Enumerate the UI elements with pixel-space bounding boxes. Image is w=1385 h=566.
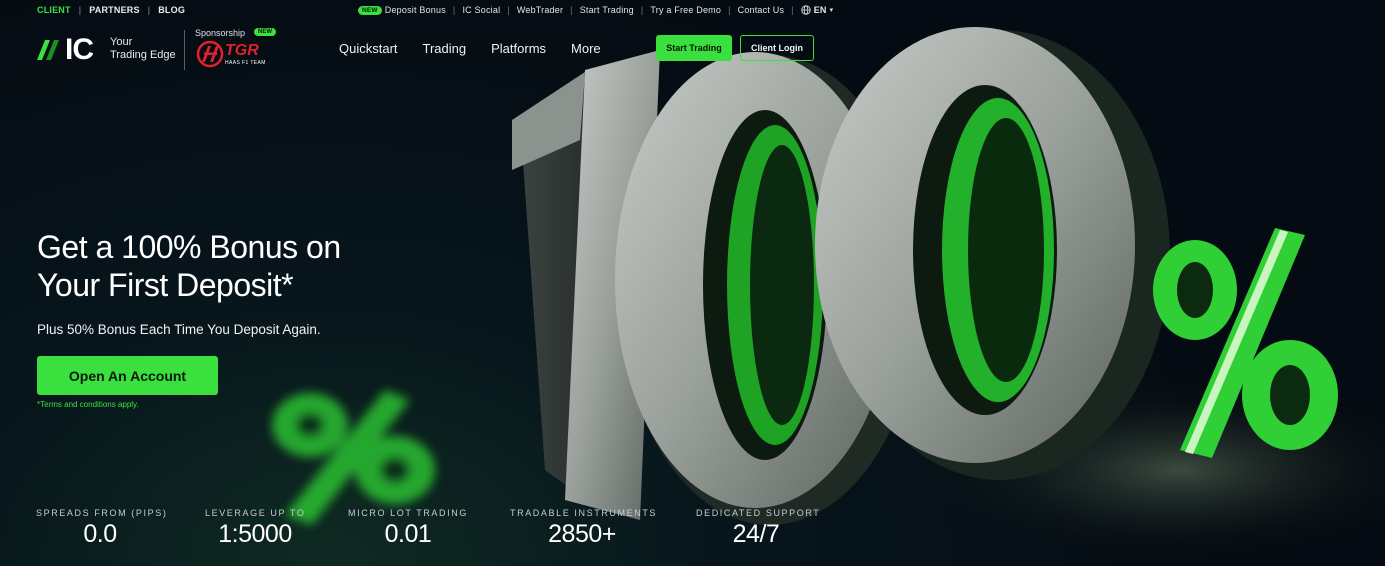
globe-icon bbox=[801, 5, 811, 15]
sponsorship-block[interactable]: Sponsorship NEW TGR HAAS F1 TEAM bbox=[195, 28, 285, 68]
stat-label: MICRO LOT TRADING bbox=[348, 508, 468, 518]
art-blurred-percent bbox=[272, 390, 435, 525]
haas-team-text: HAAS F1 TEAM bbox=[225, 60, 266, 66]
stat-micro-lot: MICRO LOT TRADING 0.01 bbox=[348, 508, 468, 549]
stat-label: TRADABLE INSTRUMENTS bbox=[510, 508, 658, 518]
stat-label: SPREADS FROM (PIPS) bbox=[36, 508, 168, 518]
tgr-wordmark: TGR bbox=[225, 42, 259, 59]
logo-mark-icon bbox=[37, 40, 59, 60]
nav-more[interactable]: More bbox=[571, 41, 601, 56]
start-trading-link[interactable]: Start Trading bbox=[580, 5, 634, 15]
separator: | bbox=[640, 5, 644, 15]
tagline-line-2: Trading Edge bbox=[110, 49, 176, 61]
stat-value: 0.01 bbox=[384, 520, 432, 548]
audience-links: CLIENT | PARTNERS | BLOG bbox=[37, 5, 185, 15]
stat-label: DEDICATED SUPPORT bbox=[696, 508, 821, 518]
separator: | bbox=[728, 5, 731, 15]
stat-value: 1:5000 bbox=[218, 520, 292, 548]
tgr-haas-logo: TGR HAAS F1 TEAM bbox=[195, 40, 285, 70]
ic-markets-logo[interactable]: IC bbox=[37, 33, 94, 66]
logo-wordmark: IC bbox=[65, 33, 94, 66]
open-account-button[interactable]: Open An Account bbox=[37, 356, 218, 395]
stat-leverage: LEVERAGE UP TO 1:5000 bbox=[205, 508, 305, 549]
terms-note: *Terms and conditions apply. bbox=[37, 400, 139, 409]
hero-title-line-2: Your First Deposit* bbox=[37, 267, 294, 303]
stat-instruments: TRADABLE INSTRUMENTS 2850+ bbox=[510, 508, 658, 549]
client-link[interactable]: CLIENT bbox=[37, 5, 71, 15]
hero-title-line-1: Get a 100% Bonus on bbox=[37, 229, 341, 265]
stat-value: 24/7 bbox=[732, 520, 780, 548]
tagline-line-1: Your bbox=[110, 36, 133, 48]
language-selector[interactable]: EN ▾ bbox=[801, 5, 834, 15]
ic-social-link[interactable]: IC Social bbox=[462, 5, 500, 15]
stat-value: 0.0 bbox=[83, 520, 117, 548]
hero-title: Get a 100% Bonus on Your First Deposit* bbox=[37, 228, 417, 304]
language-label: EN bbox=[813, 5, 827, 15]
nav-platforms[interactable]: Platforms bbox=[491, 41, 546, 56]
new-badge: NEW bbox=[358, 6, 382, 15]
top-utility-bar: CLIENT | PARTNERS | BLOG NEW Deposit Bonu… bbox=[0, 0, 1385, 20]
stat-support: DEDICATED SUPPORT 24/7 bbox=[696, 508, 821, 549]
stat-label: LEVERAGE UP TO bbox=[205, 508, 306, 518]
separator: | bbox=[570, 5, 573, 15]
haas-h-icon bbox=[196, 40, 224, 68]
client-login-button[interactable]: Client Login bbox=[740, 35, 814, 61]
stat-value: 2850+ bbox=[548, 520, 616, 548]
separator: | bbox=[791, 5, 794, 15]
main-nav: Quickstart Trading Platforms More bbox=[339, 41, 601, 56]
partners-link[interactable]: PARTNERS bbox=[89, 5, 139, 15]
logo-tagline: Your Trading Edge bbox=[110, 36, 180, 62]
deposit-bonus-link[interactable]: NEW Deposit Bonus bbox=[358, 5, 446, 15]
separator: | bbox=[452, 5, 456, 15]
chevron-down-icon: ▾ bbox=[829, 7, 834, 14]
nav-trading[interactable]: Trading bbox=[423, 41, 467, 56]
free-demo-link[interactable]: Try a Free Demo bbox=[650, 5, 721, 15]
hero-subtitle: Plus 50% Bonus Each Time You Deposit Aga… bbox=[37, 322, 321, 337]
sponsorship-new-badge: NEW bbox=[254, 28, 276, 36]
stats-strip: SPREADS FROM (PIPS) 0.0 LEVERAGE UP TO 1… bbox=[0, 508, 1385, 566]
logo-divider bbox=[184, 30, 185, 70]
blog-link[interactable]: BLOG bbox=[158, 5, 185, 15]
separator: | bbox=[507, 5, 510, 15]
separator: | bbox=[147, 5, 151, 15]
stat-spreads: SPREADS FROM (PIPS) 0.0 bbox=[36, 508, 168, 549]
start-trading-button[interactable]: Start Trading bbox=[656, 35, 732, 61]
contact-us-link[interactable]: Contact Us bbox=[738, 5, 785, 15]
webtrader-link[interactable]: WebTrader bbox=[517, 5, 563, 15]
separator: | bbox=[78, 5, 82, 15]
deposit-bonus-label: Deposit Bonus bbox=[384, 5, 446, 15]
nav-quickstart[interactable]: Quickstart bbox=[339, 41, 398, 56]
utility-links: NEW Deposit Bonus | IC Social | WebTrader… bbox=[358, 5, 833, 15]
